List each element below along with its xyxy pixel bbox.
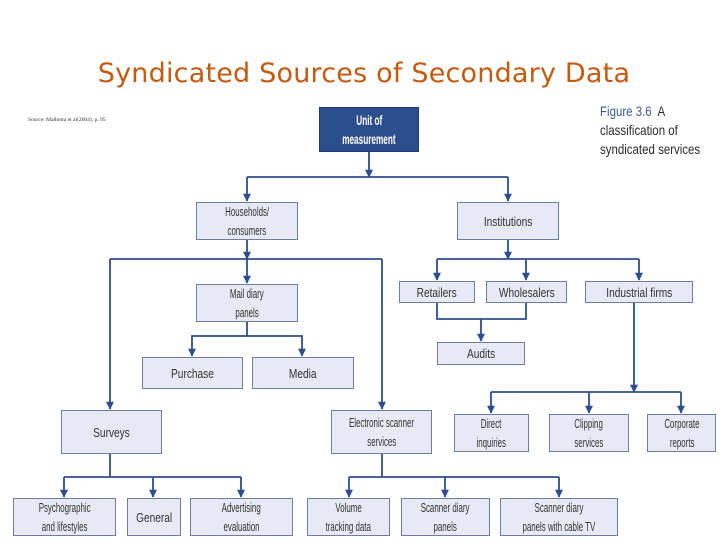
node-label-line-1: Unit of <box>355 112 382 128</box>
node-mail-diary-panels: Mail diary panels <box>196 284 298 322</box>
node-label-line-1: Scanner diary <box>534 500 584 515</box>
node-label: Audits <box>466 346 496 361</box>
node-label: Retailers <box>416 284 457 300</box>
node-volume-tracking-data: Volume tracking data <box>307 498 390 536</box>
node-label: Wholesalers <box>498 284 555 300</box>
node-label: Households/consumers <box>219 202 275 240</box>
node-label-line-1: Volume <box>335 500 362 515</box>
node-label-line-1: Mail diary <box>230 286 264 301</box>
node-label-line-1: Direct <box>481 416 502 431</box>
node-label: Advertising evaluation <box>216 498 266 536</box>
node-label: Media <box>289 365 317 381</box>
node-clipping-services: Clipping services <box>549 414 629 452</box>
node-electronic-scanner-services: Electronic scanner services <box>331 410 432 454</box>
node-label-line-2: evaluation <box>223 519 260 534</box>
node-households-consumers: Households/consumers <box>196 202 298 240</box>
node-label: Volume tracking data <box>319 498 377 536</box>
node-label: Psychographic and lifestyles <box>31 498 98 536</box>
node-label-line-2: services <box>366 434 397 449</box>
node-retailers: Retailers <box>399 281 475 303</box>
node-audits: Audits <box>437 342 525 365</box>
node-unit-of-measurement: Unit of measurement <box>319 107 419 152</box>
node-label-line-2: panels with cable TV <box>522 519 596 534</box>
connector-mail-diary-bus <box>187 322 248 357</box>
connector-retailers-wholesalers-bus <box>436 303 527 320</box>
node-label-line-2: measurement <box>342 131 396 147</box>
node-label-line-1: Electronic scanner <box>348 415 415 430</box>
node-label-line-2: inquiries <box>476 435 507 450</box>
node-general: General <box>127 498 181 536</box>
node-label-line-1: Households/ <box>225 204 269 219</box>
node-advertising-evaluation: Advertising evaluation <box>190 498 293 536</box>
connector-layer <box>59 152 686 498</box>
node-label-line-1: Corporate <box>663 416 700 431</box>
node-label-line-1: Psychographic <box>38 500 91 515</box>
connector-to-media <box>247 335 307 357</box>
node-media: Media <box>252 357 354 389</box>
node-label: Institutions <box>483 213 533 229</box>
node-psychographic-lifestyles: Psychographic and lifestyles <box>13 498 116 536</box>
node-label-line-2: panels <box>235 305 259 320</box>
node-label-line-2: services <box>574 435 604 450</box>
node-label-line-2: panels <box>433 519 458 534</box>
node-direct-inquiries: Direct inquiries <box>454 414 529 452</box>
node-label-line-2: consumers <box>227 223 267 238</box>
node-label-line-2: reports <box>669 435 694 450</box>
node-label: Surveys <box>93 424 130 440</box>
node-wholesalers: Wholesalers <box>486 281 567 303</box>
node-surveys: Surveys <box>61 410 162 454</box>
node-label: Scanner diary panels <box>414 498 477 536</box>
node-label-line-1: Scanner diary <box>421 500 470 515</box>
node-scanner-diary-cable-tv: Scanner diary panels with cable TV <box>500 498 618 536</box>
node-label: Clipping services <box>570 414 607 452</box>
node-label-line-1: Advertising <box>221 500 262 515</box>
node-scanner-diary-panels: Scanner diary panels <box>401 498 490 536</box>
node-purchase: Purchase <box>142 357 243 389</box>
node-label-line-2: and lifestyles <box>41 519 88 534</box>
node-label-line-1: Clipping <box>574 416 604 431</box>
node-label: General <box>135 509 173 525</box>
node-institutions: Institutions <box>457 202 559 240</box>
node-label: Electronic scanner services <box>340 413 423 451</box>
node-label: Purchase <box>171 365 214 381</box>
node-label: Corporate reports <box>659 414 704 452</box>
node-label: Industrial firms <box>606 284 672 300</box>
node-label-line-2: tracking data <box>325 519 372 534</box>
node-corporate-reports: Corporate reports <box>647 414 716 452</box>
node-industrial-firms: Industrial firms <box>585 281 693 303</box>
node-label: Unit of measurement <box>335 111 403 149</box>
node-label: Scanner diary panels with cable TV <box>512 498 605 536</box>
node-label: Direct inquiries <box>473 414 511 452</box>
node-label: Mail diary panels <box>225 284 268 322</box>
